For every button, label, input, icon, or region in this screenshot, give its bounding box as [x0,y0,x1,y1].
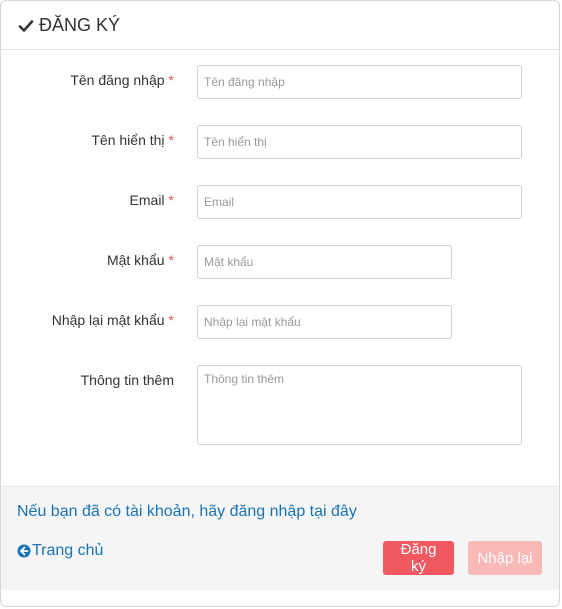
required-mark: * [168,192,174,208]
login-link[interactable]: Nếu bạn đã có tài khoản, hãy đăng nhập t… [17,503,357,521]
confirm-password-label-text: Nhập lại mật khẩu [51,312,165,328]
required-mark: * [168,312,174,328]
page-title-text: ĐĂNG KÝ [39,15,121,35]
confirm-password-input[interactable] [197,305,452,339]
additional-info-label-text: Thông tin thêm [80,372,174,388]
arrow-circle-left-icon [17,544,31,558]
panel-footer: Nếu bạn đã có tài khoản, hãy đăng nhập t… [1,486,559,590]
required-mark: * [168,72,174,88]
display-name-label: Tên hiển thị * [91,132,174,148]
page-title: ĐĂNG KÝ [18,15,120,36]
confirm-password-label: Nhập lại mật khẩu * [52,312,174,328]
additional-info-textarea[interactable] [197,365,522,445]
email-label-text: Email [129,192,165,208]
additional-info-label: Thông tin thêm [81,372,174,388]
panel-header: ĐĂNG KÝ [1,1,559,50]
password-label: Mật khẩu * [107,252,174,268]
display-name-input[interactable] [197,125,522,159]
display-name-label-text: Tên hiển thị [91,132,165,148]
register-button[interactable]: Đăng ký [383,541,454,575]
email-label: Email * [130,192,174,208]
username-label: Tên đăng nhập * [70,72,174,88]
password-label-text: Mật khẩu [106,252,165,268]
reset-button[interactable]: Nhập lại [468,541,542,575]
password-input[interactable] [197,245,452,279]
home-link-label: Trang chủ [32,542,104,559]
required-mark: * [168,132,174,148]
email-input[interactable] [197,185,522,219]
username-label-text: Tên đăng nhập [70,72,165,88]
home-link[interactable]: Trang chủ [17,542,103,560]
required-mark: * [168,252,174,268]
username-input[interactable] [197,65,522,99]
register-panel: ĐĂNG KÝ Tên đăng nhập* Tên hiển thị* Ema… [0,0,560,607]
check-icon [18,19,34,32]
